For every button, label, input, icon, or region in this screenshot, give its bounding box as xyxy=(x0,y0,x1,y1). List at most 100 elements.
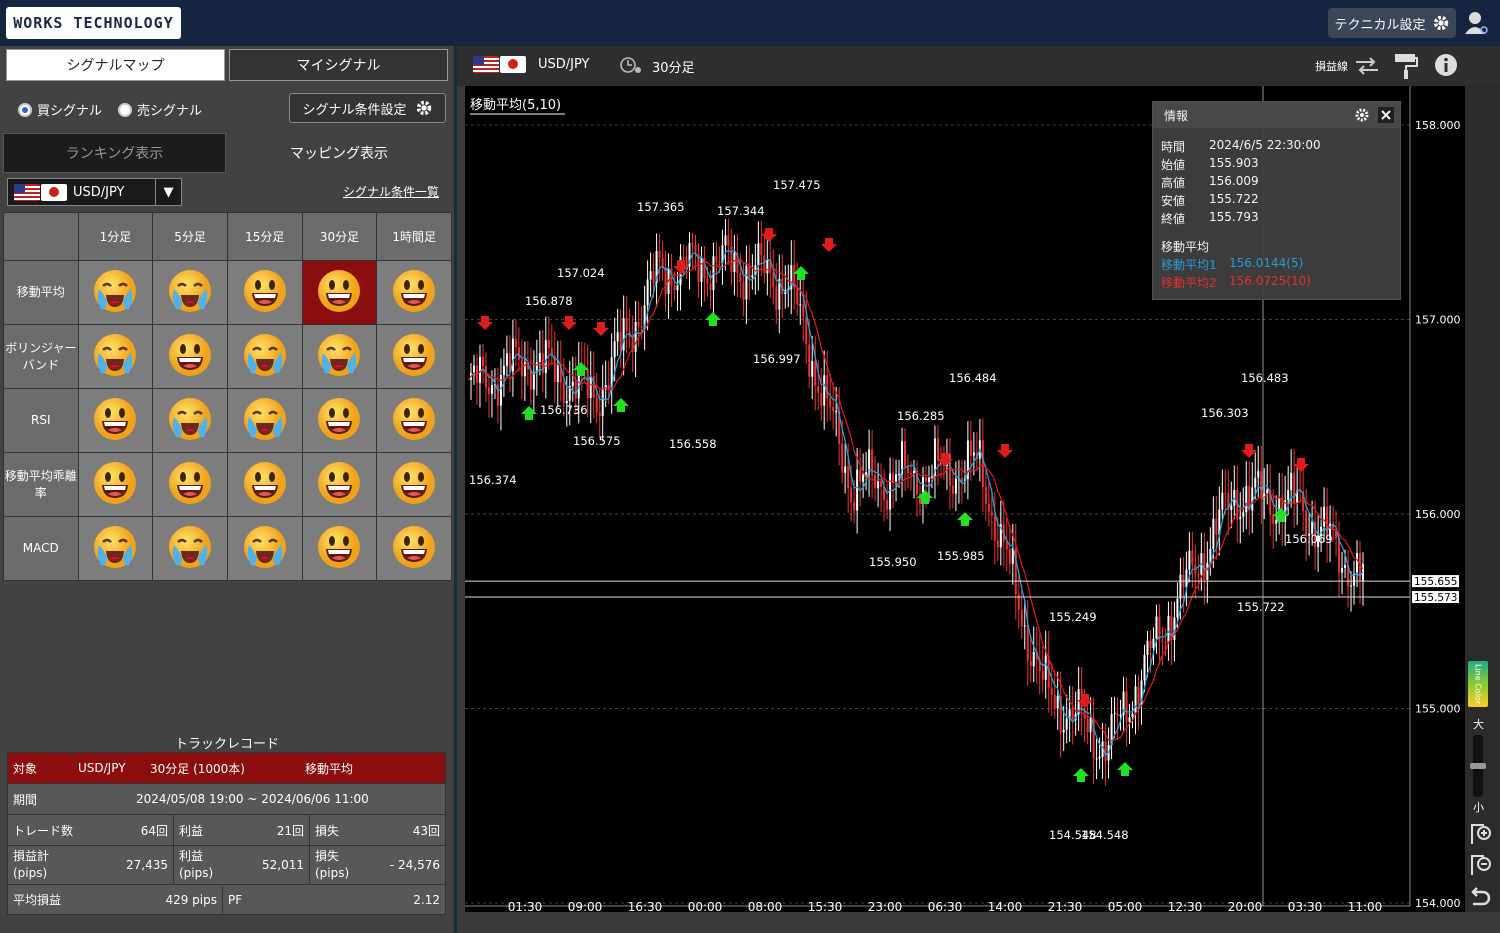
signal-condition-settings-button[interactable]: シグナル条件設定 xyxy=(289,93,446,123)
signal-cell[interactable] xyxy=(226,388,303,453)
gear-icon[interactable] xyxy=(1354,107,1370,123)
info-ma2-key: 移動平均2 xyxy=(1161,276,1217,290)
candle-body xyxy=(589,376,592,398)
signal-cell[interactable] xyxy=(152,260,228,325)
candle-body xyxy=(574,381,577,399)
pl-line-label[interactable]: 損益線 xyxy=(1315,58,1348,74)
track-avg-row: 平均損益 429 pips PF 2.12 xyxy=(7,884,446,915)
signal-cell[interactable] xyxy=(152,516,228,581)
signal-cell[interactable] xyxy=(77,260,154,325)
price-annotation: 155.249 xyxy=(1049,610,1097,624)
candle-body xyxy=(823,375,826,406)
signal-cell[interactable] xyxy=(376,324,452,389)
signal-cell[interactable] xyxy=(226,452,303,517)
chart-pair-label[interactable]: USD/JPY xyxy=(538,57,590,72)
tab-my-signal[interactable]: マイシグナル xyxy=(229,49,448,81)
signal-cell[interactable] xyxy=(301,388,378,453)
candle-body xyxy=(1113,713,1116,715)
smiling-face-icon xyxy=(243,462,286,504)
candle-body xyxy=(972,452,975,456)
candle-body xyxy=(1152,638,1155,649)
signal-cell[interactable] xyxy=(376,388,452,453)
candle-body xyxy=(820,393,823,406)
info-open-key: 始値 xyxy=(1161,158,1186,172)
track-count-row: トレード数 64回 利益 21回 損失 43回 xyxy=(7,814,446,846)
signal-cell[interactable] xyxy=(376,452,452,517)
smiling-face-icon xyxy=(393,526,436,568)
candle-body xyxy=(1179,574,1182,599)
signal-cell[interactable] xyxy=(226,324,303,389)
signal-cell[interactable] xyxy=(301,260,378,325)
candle-body xyxy=(865,472,868,475)
track-period-row: 期間 2024/05/08 19:00 ~ 2024/06/06 11:00 xyxy=(7,783,446,815)
candle-body xyxy=(739,272,742,283)
candle-body xyxy=(1203,553,1206,580)
close-icon[interactable] xyxy=(1378,107,1394,123)
signal-cell[interactable] xyxy=(301,452,378,517)
track-target-key: 対象 xyxy=(13,761,38,776)
signal-cell[interactable] xyxy=(226,516,303,581)
tab-ranking-view[interactable]: ランキング表示 xyxy=(3,133,226,173)
clock-settings-icon[interactable] xyxy=(619,55,643,75)
crying-face-icon xyxy=(243,334,286,376)
y-tick-label: 158.000 xyxy=(1415,119,1461,132)
x-tick-label: 00:00 xyxy=(688,900,723,912)
smiling-face-icon xyxy=(318,398,361,440)
info-icon[interactable] xyxy=(1434,53,1458,77)
candle-body xyxy=(1356,553,1359,575)
signal-condition-list-link[interactable]: シグナル条件一覧 xyxy=(343,183,439,200)
smiling-face-icon xyxy=(318,270,361,312)
signal-cell[interactable] xyxy=(152,388,228,453)
chevron-down-icon[interactable]: ▼ xyxy=(155,179,181,205)
x-tick-label: 05:00 xyxy=(1108,900,1143,912)
loss-count-value: 43回 xyxy=(412,823,440,838)
signal-cell[interactable] xyxy=(77,388,154,453)
candle-body xyxy=(1131,713,1134,718)
pl-line-icon[interactable] xyxy=(1354,54,1380,78)
candle-body xyxy=(1287,490,1290,501)
candle-body xyxy=(1191,550,1194,565)
signal-cell[interactable] xyxy=(152,452,228,517)
signal-cell[interactable] xyxy=(376,516,452,581)
signal-cell[interactable] xyxy=(376,260,452,325)
candle-body xyxy=(1239,516,1242,519)
signal-cell[interactable] xyxy=(152,324,228,389)
undo-icon[interactable] xyxy=(1469,886,1493,908)
info-close-value: 155.793 xyxy=(1209,210,1259,224)
candle-body xyxy=(796,287,799,305)
user-search-icon[interactable] xyxy=(1464,10,1490,36)
currency-pair-select[interactable]: USD/JPY ▼ xyxy=(7,178,182,206)
signal-cell[interactable] xyxy=(301,324,378,389)
signal-cell[interactable] xyxy=(301,516,378,581)
zoom-slider-handle[interactable] xyxy=(1470,763,1486,769)
price-annotation: 156.484 xyxy=(949,371,997,385)
line-color-button[interactable]: Line Color xyxy=(1468,661,1488,707)
tab-mapping-view[interactable]: マッピング表示 xyxy=(226,133,452,173)
radio-buy-signal[interactable]: 買シグナル xyxy=(18,100,102,119)
trades-key: トレード数 xyxy=(13,823,74,838)
candle-body xyxy=(484,365,487,388)
candle-body xyxy=(562,382,565,404)
signal-cell[interactable] xyxy=(77,452,154,517)
app-logo[interactable]: WORKS TECHNOLOGY xyxy=(6,7,181,39)
y-tick-label: 157.000 xyxy=(1415,314,1461,327)
paint-roller-icon[interactable] xyxy=(1393,52,1419,80)
candle-body xyxy=(649,271,652,280)
candle-body xyxy=(760,243,763,256)
candle-body xyxy=(1137,686,1140,705)
signal-cell[interactable] xyxy=(77,324,154,389)
zoom-out-icon[interactable] xyxy=(1469,853,1493,877)
candle-body xyxy=(775,286,778,310)
signal-cell[interactable] xyxy=(77,516,154,581)
candle-body xyxy=(1008,549,1011,564)
zoom-slider[interactable] xyxy=(1470,735,1486,797)
technical-settings-button[interactable]: テクニカル設定 xyxy=(1328,8,1456,38)
radio-sell-signal[interactable]: 売シグナル xyxy=(118,100,202,119)
chart-timeframe-label[interactable]: 30分足 xyxy=(652,57,695,76)
price-annotation: 156.878 xyxy=(525,294,573,308)
zoom-in-icon[interactable] xyxy=(1469,822,1493,846)
crying-face-icon xyxy=(169,270,212,312)
tab-signal-map[interactable]: シグナルマップ xyxy=(6,49,225,81)
crying-face-icon xyxy=(169,526,212,568)
signal-cell[interactable] xyxy=(226,260,303,325)
